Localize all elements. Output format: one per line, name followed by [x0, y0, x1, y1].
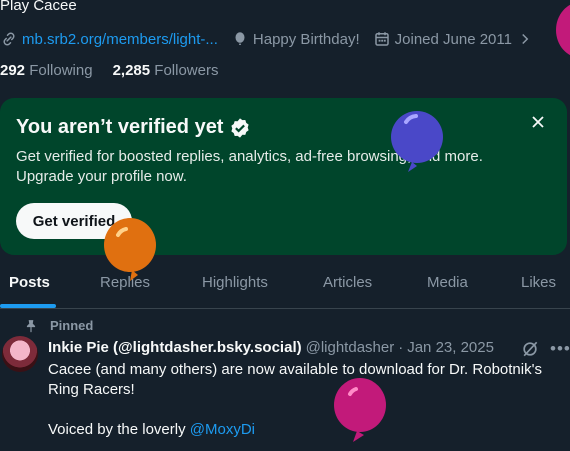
- post-author-name[interactable]: Inkie Pie (@lightdasher.bsky.social): [48, 339, 302, 356]
- grok-icon[interactable]: [520, 339, 540, 359]
- profile-bio: Play Cacee: [0, 0, 77, 14]
- website-link[interactable]: mb.srb2.org/members/light-...: [22, 31, 218, 48]
- post-separator: ·: [398, 339, 404, 356]
- tab-likes[interactable]: Likes: [521, 256, 556, 308]
- verify-card-title-row: You aren’t verified yet: [16, 116, 251, 139]
- balloon-icon: [556, 4, 570, 56]
- pinned-indicator: Pinned: [24, 318, 93, 333]
- pinned-label: Pinned: [50, 318, 94, 333]
- follow-stats: 292 Following 2,285 Followers: [0, 62, 238, 79]
- chevron-right-icon[interactable]: [518, 30, 532, 48]
- balloon-icon: [104, 218, 156, 281]
- birthday-text: Happy Birthday!: [252, 30, 360, 48]
- joined-text: Joined June 2011: [394, 30, 512, 48]
- post-text-line: Voiced by the loverly @MoxyDi: [48, 420, 255, 440]
- avatar[interactable]: [2, 336, 38, 372]
- calendar-icon: [374, 32, 389, 46]
- post-actions: •••: [520, 339, 570, 359]
- balloon-icon: [235, 32, 245, 45]
- following-count: 292: [0, 62, 26, 79]
- post-date[interactable]: Jan 23, 2025: [407, 339, 494, 356]
- verified-badge-icon: [231, 117, 250, 138]
- post-mention-link[interactable]: @MoxyDi: [190, 421, 255, 438]
- close-icon[interactable]: [528, 112, 548, 132]
- balloon-icon: [334, 378, 386, 442]
- more-icon[interactable]: •••: [550, 340, 570, 357]
- active-tab-indicator: [0, 304, 56, 308]
- tab-articles[interactable]: Articles: [323, 256, 372, 308]
- profile-meta-row: mb.srb2.org/members/light-... Happy Birt…: [0, 29, 549, 49]
- post-text: Cacee (and many others) are now availabl…: [48, 361, 542, 398]
- profile-tabs: Posts Replies Highlights Articles Media …: [0, 256, 570, 309]
- post-author-handle[interactable]: @lightdasher: [306, 339, 395, 356]
- followers-label: Followers: [154, 62, 219, 79]
- post-voiced-text: Voiced by the loverly: [48, 421, 186, 438]
- post-header: Inkie Pie (@lightdasher.bsky.social) @li…: [48, 339, 494, 356]
- pin-icon: [26, 319, 36, 332]
- verify-card-title: You aren’t verified yet: [16, 116, 224, 138]
- website-item[interactable]: mb.srb2.org/members/light-...: [0, 30, 218, 48]
- joined-item: Joined June 2011: [373, 30, 536, 48]
- balloon-icon: [391, 111, 443, 172]
- followers-count: 2,285: [112, 62, 151, 79]
- link-icon: [3, 32, 15, 46]
- tab-media[interactable]: Media: [427, 256, 468, 308]
- following-link[interactable]: 292 Following: [0, 62, 93, 79]
- birthday-item: Happy Birthday!: [231, 30, 360, 48]
- tab-highlights[interactable]: Highlights: [202, 256, 268, 308]
- tab-posts[interactable]: Posts: [9, 256, 50, 308]
- following-label: Following: [29, 62, 93, 79]
- followers-link[interactable]: 2,285 Followers: [113, 62, 219, 79]
